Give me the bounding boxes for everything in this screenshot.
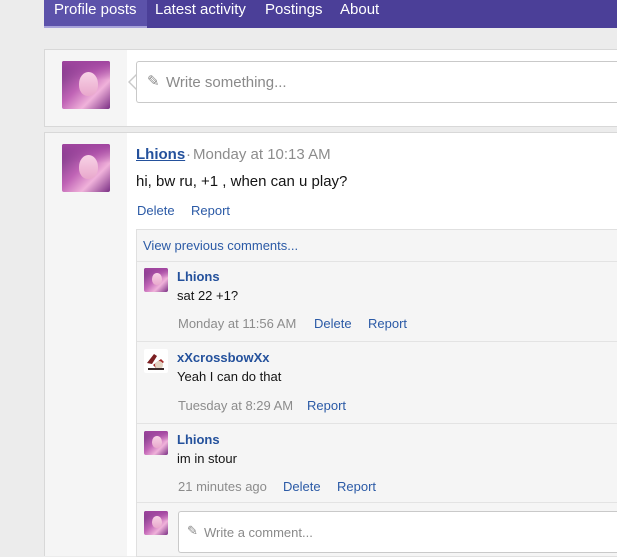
tab-profile-posts[interactable]: Profile posts [44,0,147,28]
comment-delete-link[interactable]: Delete [283,479,321,494]
status-update-panel: ✎ Write something... [44,49,617,127]
tab-label: Postings [265,1,323,18]
comment-report-link[interactable]: Report [368,316,407,331]
comment-text: sat 22 +1? [177,288,239,303]
comment-author-link[interactable]: xXcrossbowXx [177,350,270,365]
avatar[interactable] [144,431,168,455]
avatar[interactable] [144,511,168,535]
pencil-icon: ✎ [187,523,198,538]
avatar[interactable] [62,144,110,192]
tab-label: Profile posts [54,1,137,18]
pencil-icon: ✎ [147,73,160,90]
comment-text: im in stour [177,451,237,466]
avatar[interactable] [62,61,110,109]
divider [137,423,617,424]
comment-input-placeholder: Write a comment... [204,525,313,540]
divider [137,341,617,342]
status-input[interactable]: ✎ Write something... [136,61,617,103]
post-delete-link[interactable]: Delete [137,203,175,218]
post-report-link[interactable]: Report [191,203,230,218]
status-input-placeholder: Write something... [166,74,287,91]
comment-text: Yeah I can do that [177,369,282,384]
post-author-link[interactable]: Lhions [136,146,185,163]
avatar[interactable] [144,349,168,373]
comment-report-link[interactable]: Report [337,479,376,494]
tab-about[interactable]: About [340,0,379,28]
comment-timestamp[interactable]: 21 minutes ago [178,479,267,494]
view-previous-comments-link[interactable]: View previous comments... [143,238,298,253]
comment-timestamp[interactable]: Tuesday at 8:29 AM [178,398,293,413]
comment-report-link[interactable]: Report [307,398,346,413]
tab-latest-activity[interactable]: Latest activity [155,0,246,28]
divider [137,502,617,503]
tab-label: About [340,1,380,18]
tab-label: Latest activity [155,1,246,18]
comment-author-link[interactable]: Lhions [177,432,220,447]
comment-input[interactable]: ✎ Write a comment... [178,511,617,553]
comment-timestamp[interactable]: Monday at 11:56 AM [178,316,296,331]
profile-tabs: Profile posts Latest activity Postings A… [44,0,617,28]
post-avatar-column [45,133,127,556]
tab-postings[interactable]: Postings [265,0,323,28]
meta-separator: · [186,146,191,163]
comment-delete-link[interactable]: Delete [314,316,352,331]
avatar[interactable] [144,268,168,292]
post-timestamp[interactable]: Monday at 10:13 AM [193,146,331,163]
comments-section: View previous comments... Lhions sat 22 … [136,229,617,557]
post-message: hi, bw ru, +1 , when can u play? [136,173,348,190]
divider [137,261,617,262]
comment-author-link[interactable]: Lhions [177,269,220,284]
